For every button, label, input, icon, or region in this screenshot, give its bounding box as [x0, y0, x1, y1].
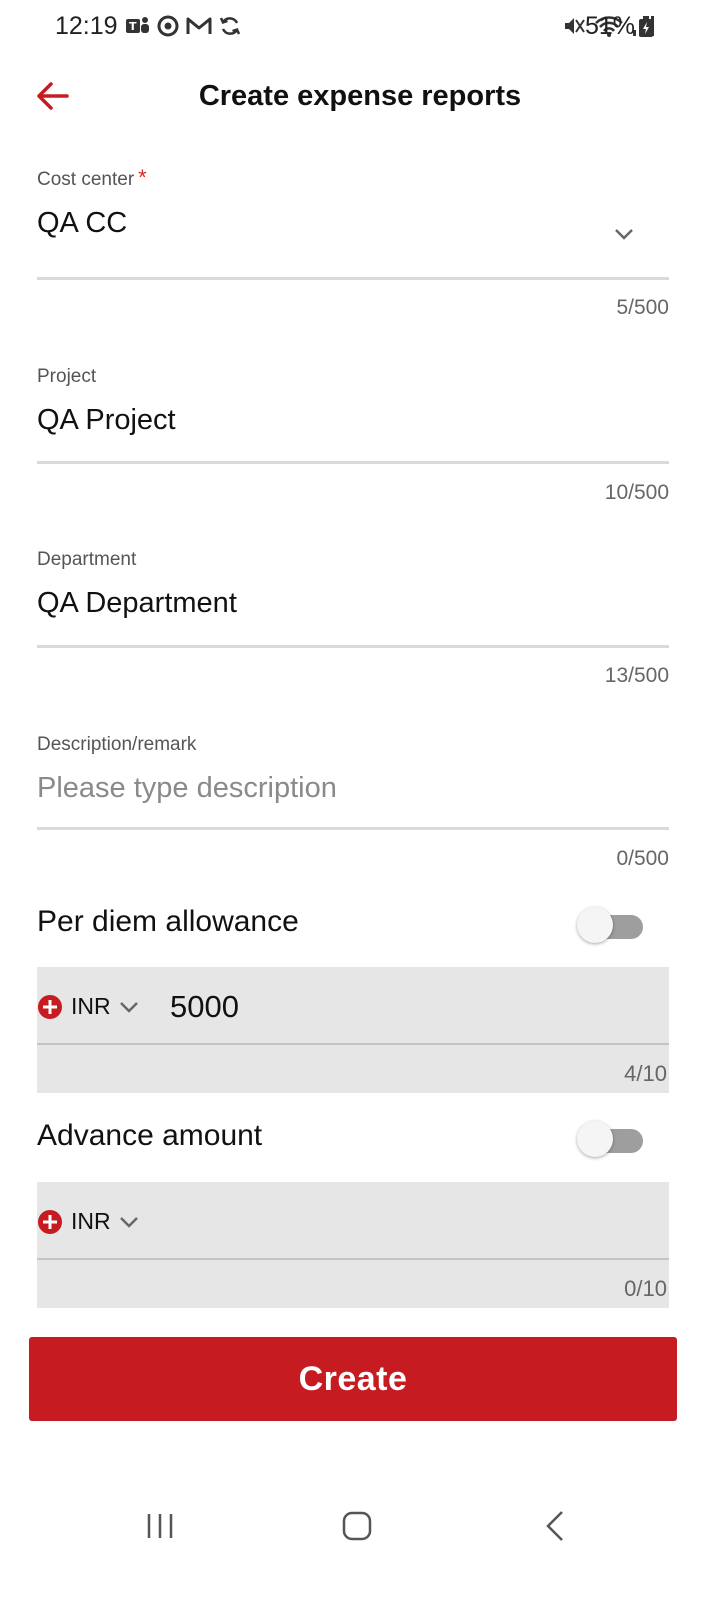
page-title: Create expense reports	[198, 80, 522, 112]
required-mark: *	[138, 165, 147, 190]
per-diem-currency-select[interactable]: INR	[37, 993, 139, 1020]
department-label: Department	[37, 549, 137, 570]
assistant-icon	[157, 15, 179, 37]
battery-percent: 51%	[585, 12, 636, 40]
recent-apps-icon	[147, 1514, 173, 1538]
chevron-down-icon[interactable]	[613, 227, 635, 241]
cost-center-label: Cost center	[37, 169, 135, 190]
advance-label: Advance amount	[37, 1119, 263, 1152]
status-bar: 12:19 T 51%	[0, 0, 720, 52]
description-underline	[37, 827, 669, 830]
project-label: Project	[37, 366, 97, 387]
department-counter: 13/500	[604, 664, 669, 687]
project-counter: 10/500	[604, 481, 669, 504]
project-field[interactable]: Project QA Project 10/500	[37, 366, 669, 511]
add-circle-icon	[38, 994, 62, 1019]
department-input[interactable]: QA Department	[37, 587, 669, 627]
create-button[interactable]: Create	[29, 1337, 677, 1421]
battery-icon	[639, 16, 653, 37]
status-time: 12:19	[55, 12, 118, 40]
recent-apps-button[interactable]	[130, 1504, 190, 1548]
department-underline	[37, 645, 669, 648]
advance-amount-field[interactable]: INR 0/10	[37, 1182, 669, 1308]
svg-text:T: T	[129, 20, 137, 33]
home-icon	[342, 1511, 372, 1541]
per-diem-row: Per diem allowance	[37, 895, 669, 955]
project-input[interactable]: QA Project	[37, 404, 669, 444]
chevron-down-icon	[119, 1001, 138, 1013]
system-nav-bar	[0, 1490, 720, 1560]
per-diem-label: Per diem allowance	[37, 905, 299, 938]
add-circle-icon	[38, 1209, 62, 1234]
nav-back-button[interactable]	[525, 1504, 585, 1548]
description-input[interactable]: Please type description	[37, 772, 669, 812]
home-button[interactable]	[327, 1504, 387, 1548]
description-counter: 0/500	[616, 847, 669, 870]
cost-center-field[interactable]: Cost center * QA CC 5/500	[37, 165, 669, 325]
project-underline	[37, 461, 669, 464]
advance-toggle[interactable]	[577, 1119, 645, 1159]
department-field[interactable]: Department QA Department 13/500	[37, 549, 669, 694]
description-label: Description/remark	[37, 734, 197, 755]
advance-row: Advance amount	[37, 1109, 669, 1169]
cost-center-counter: 5/500	[616, 296, 669, 319]
mute-icon	[565, 18, 585, 34]
cost-center-underline	[37, 277, 669, 280]
per-diem-counter: 4/10	[624, 1061, 667, 1086]
description-field[interactable]: Description/remark Please type descripti…	[37, 734, 669, 879]
sync-icon	[219, 17, 241, 35]
chevron-down-icon	[119, 1216, 138, 1228]
app-bar: Create expense reports	[0, 60, 720, 134]
per-diem-amount-field[interactable]: INR 5000 4/10	[37, 967, 669, 1093]
advance-currency-code: INR	[71, 1208, 111, 1234]
teams-icon: T	[126, 17, 149, 33]
per-diem-toggle[interactable]	[577, 905, 645, 945]
gmail-icon	[186, 17, 212, 34]
advance-counter: 0/10	[624, 1276, 667, 1301]
back-icon	[546, 1511, 563, 1541]
cost-center-value[interactable]: QA CC	[37, 207, 669, 247]
advance-currency-select[interactable]: INR	[37, 1208, 139, 1235]
per-diem-amount-input[interactable]: 5000	[170, 989, 239, 1025]
per-diem-currency-code: INR	[71, 993, 111, 1019]
